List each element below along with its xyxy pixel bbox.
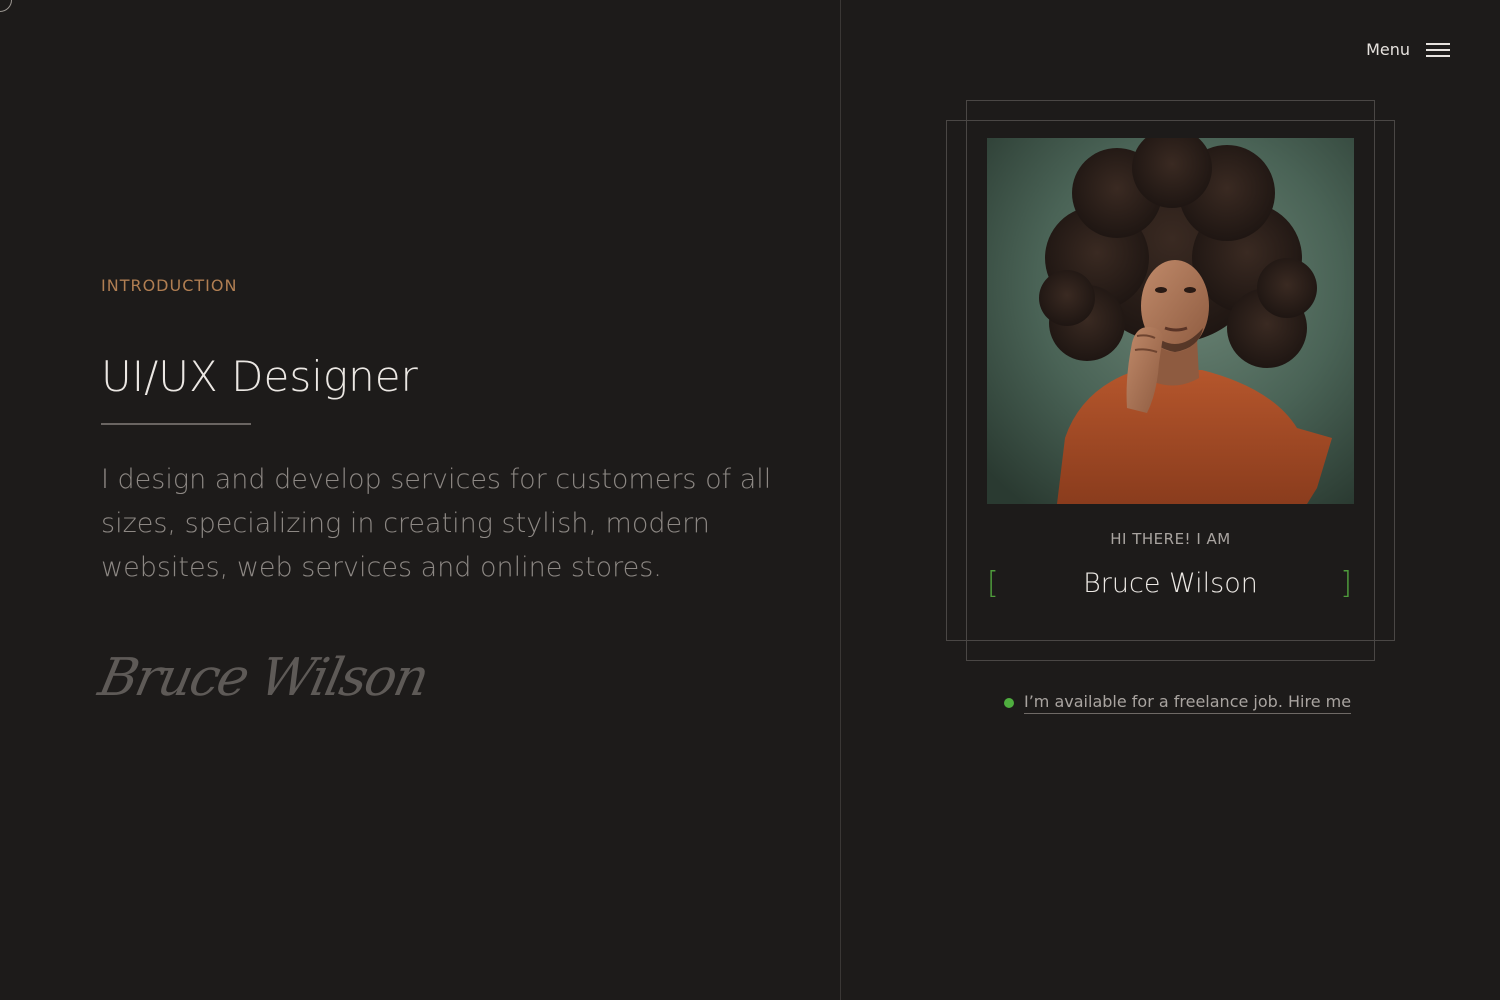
status-dot-icon	[1004, 698, 1014, 708]
section-label: INTRODUCTION	[101, 276, 238, 295]
menu-button[interactable]: Menu	[1366, 40, 1450, 59]
vertical-divider	[840, 0, 841, 1000]
profile-photo	[987, 138, 1354, 504]
title-underline	[101, 423, 251, 425]
availability-row: I’m available for a freelance job. Hire …	[1004, 692, 1352, 714]
page: Menu INTRODUCTION UI/UX Designer I desig…	[0, 0, 1500, 1000]
hire-me-link[interactable]: I’m available for a freelance job. Hire …	[1024, 692, 1352, 714]
menu-label: Menu	[1366, 40, 1410, 59]
card-name-row: [ Bruce Wilson ]	[987, 562, 1354, 606]
hamburger-icon[interactable]	[1426, 42, 1450, 57]
card-name: Bruce Wilson	[1083, 568, 1258, 599]
circle-icon[interactable]	[0, 0, 12, 12]
card-greeting: HI THERE! I AM	[1110, 530, 1231, 548]
signature: Bruce Wilson	[93, 648, 433, 708]
page-title: UI/UX Designer	[101, 352, 418, 401]
portrait-illustration	[987, 138, 1354, 504]
bracket-right: ]	[1340, 566, 1352, 601]
intro-description: I design and develop services for custom…	[101, 464, 772, 583]
